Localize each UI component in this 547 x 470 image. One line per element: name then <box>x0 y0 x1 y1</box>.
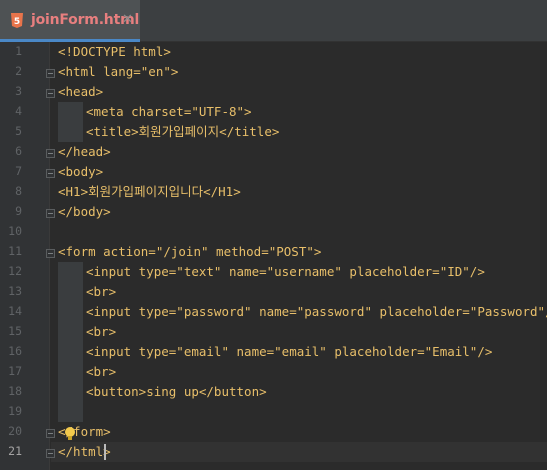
line-number: 12 <box>8 264 22 278</box>
line-number: 10 <box>8 224 22 238</box>
code-line-16: <input type="email" name="email" placeho… <box>86 342 492 362</box>
line-number-gutter[interactable]: 1 2 3 4 5 6 7 8 9 10 11 12 13 14 15 16 1… <box>0 42 50 470</box>
code-line-2: <html lang="en"> <box>58 62 178 82</box>
line-number: 1 <box>15 44 22 58</box>
line-number: 18 <box>8 384 22 398</box>
text-caret <box>104 444 106 460</box>
current-line-highlight <box>51 442 547 462</box>
code-line-18: <button>sing up</button> <box>86 382 267 402</box>
code-line-4: <meta charset="UTF-8"> <box>86 102 252 122</box>
line-number: 14 <box>8 304 22 318</box>
form-open-tag: <form action="/join" method="POST"> <box>58 244 322 259</box>
code-line-15: <br> <box>86 322 116 342</box>
doctype: <!DOCTYPE html> <box>58 44 171 59</box>
head-open-tag: <head> <box>58 84 104 99</box>
fold-marker[interactable] <box>46 449 55 458</box>
code-line-11: <form action="/join" method="POST"> <box>58 242 321 262</box>
body-close-tag: </body> <box>58 204 111 219</box>
line-number-current: 21 <box>8 444 22 458</box>
line-number: 4 <box>15 104 22 118</box>
code-line-7: <body> <box>58 162 103 182</box>
code-line-5: <title>회원가입페이지</title> <box>86 122 279 142</box>
close-icon[interactable]: ✕ <box>122 12 133 27</box>
br-tag: <br> <box>86 364 117 379</box>
code-line-21: </html> <box>58 442 111 462</box>
line-number: 3 <box>15 84 22 98</box>
button-tag: <button>sing up</button> <box>86 384 267 399</box>
meta-tag: <meta charset="UTF-8"> <box>86 104 252 119</box>
head-close-tag: </head> <box>58 144 111 159</box>
h1-tag: <H1>회원가입페이지입니다</H1> <box>58 184 241 199</box>
line-number: 19 <box>8 404 22 418</box>
code-line-12: <input type="text" name="username" place… <box>86 262 485 282</box>
title-tag: <title>회원가입페이지</title> <box>86 124 280 139</box>
code-editor[interactable]: 1 2 3 4 5 6 7 8 9 10 11 12 13 14 15 16 1… <box>0 42 547 470</box>
input-email-tag: <input type="email" name="email" placeho… <box>86 344 493 359</box>
code-line-3: <head> <box>58 82 103 102</box>
indent-guide <box>58 102 83 142</box>
fold-marker[interactable] <box>46 429 55 438</box>
html-open-tag: <html lang="en"> <box>58 64 179 79</box>
line-number: 8 <box>15 184 22 198</box>
editor-tab-bar: 5 joinForm.html ✕ <box>0 0 547 42</box>
line-number: 9 <box>15 204 22 218</box>
svg-text:5: 5 <box>14 17 20 27</box>
indent-guide <box>58 262 83 422</box>
code-line-6: </head> <box>58 142 111 162</box>
fold-marker[interactable] <box>46 89 55 98</box>
br-tag: <br> <box>86 284 117 299</box>
code-line-9: </body> <box>58 202 111 222</box>
html5-icon: 5 <box>11 13 23 28</box>
fold-marker[interactable] <box>46 249 55 258</box>
tab-joinform-html[interactable]: 5 joinForm.html ✕ <box>0 0 140 42</box>
line-number: 6 <box>15 144 22 158</box>
input-password-tag: <input type="password" name="password" p… <box>86 304 547 319</box>
line-number: 20 <box>8 424 22 438</box>
html-close-tag: </html> <box>58 444 111 459</box>
line-number: 11 <box>8 244 22 258</box>
body-open-tag: <body> <box>58 164 104 179</box>
fold-marker[interactable] <box>46 209 55 218</box>
code-line-17: <br> <box>86 362 116 382</box>
code-line-13: <br> <box>86 282 116 302</box>
code-line-8: <H1>회원가입페이지입니다</H1> <box>58 182 241 202</box>
fold-marker[interactable] <box>46 69 55 78</box>
input-username-tag: <input type="text" name="username" place… <box>86 264 485 279</box>
lightbulb-icon[interactable] <box>63 426 77 442</box>
fold-marker[interactable] <box>46 149 55 158</box>
code-line-1: <!DOCTYPE html> <box>58 42 171 62</box>
line-number: 7 <box>15 164 22 178</box>
line-number: 15 <box>8 324 22 338</box>
br-tag: <br> <box>86 324 117 339</box>
line-number: 2 <box>15 64 22 78</box>
line-number: 13 <box>8 284 22 298</box>
line-number: 16 <box>8 344 22 358</box>
fold-marker[interactable] <box>46 169 55 178</box>
line-number: 5 <box>15 124 22 138</box>
line-number: 17 <box>8 364 22 378</box>
code-line-14: <input type="password" name="password" p… <box>86 302 547 322</box>
